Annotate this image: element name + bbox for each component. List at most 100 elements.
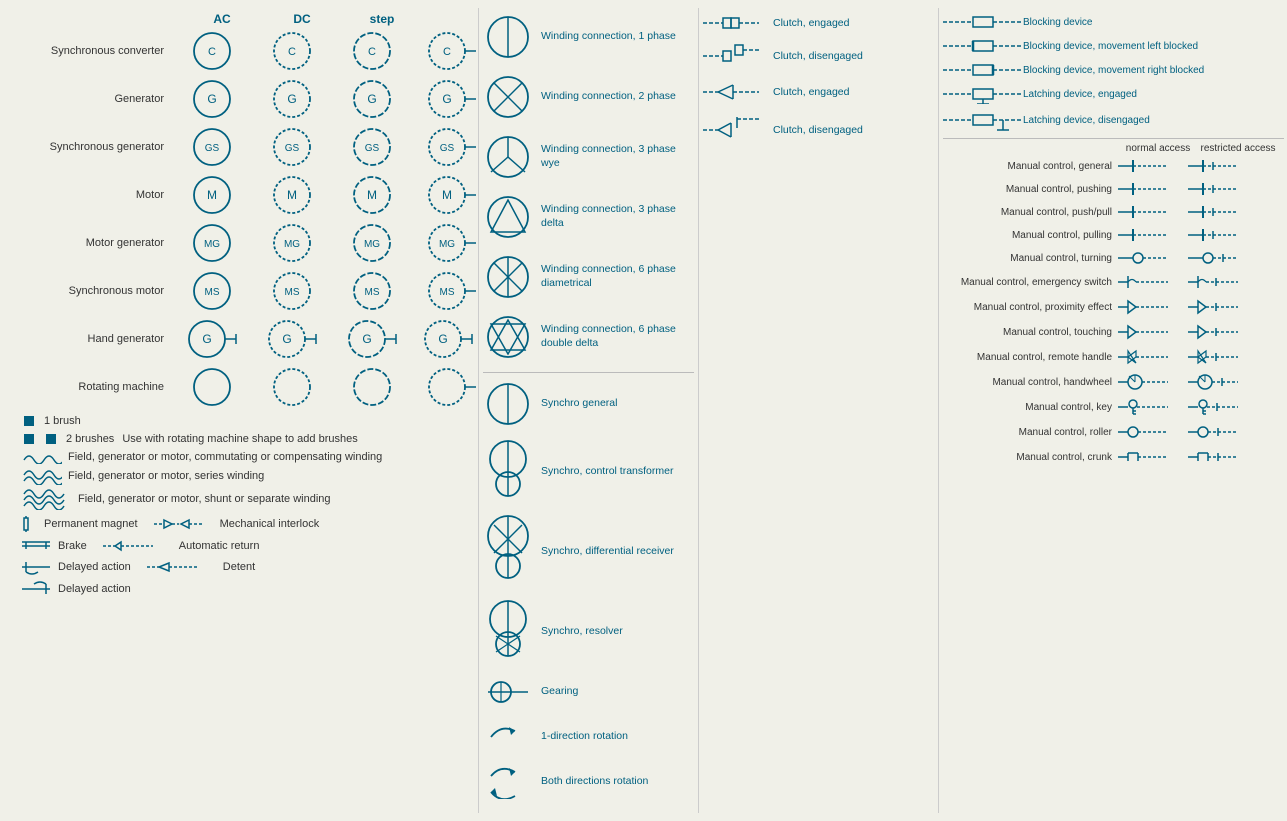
delayed2-icon (22, 580, 52, 598)
col-ac: AC (182, 12, 262, 26)
manual-turning-normal-icon (1118, 248, 1178, 268)
bottom-legend: 1 brush 2 brushes Use with rotating mach… (12, 414, 474, 598)
winding-6diam-label: Winding connection, 6 phase diametrical (541, 263, 694, 290)
clutch-disengaged-1-icon (703, 42, 773, 70)
svg-text:M: M (287, 188, 297, 202)
synchro-diff-rcvr-icon (483, 514, 533, 589)
svg-text:GS: GS (205, 143, 220, 154)
clutch-engaged-2: Clutch, engaged (703, 78, 934, 106)
winding-6ddelta-icon (483, 312, 533, 362)
machines-section: AC DC step Synchronous converter C C C C (8, 8, 478, 813)
handgen-step-sym: G (346, 318, 398, 360)
manual-crunk-restricted-icon (1188, 446, 1248, 468)
machine-symbol-dc: MG (252, 222, 332, 264)
rot-ac-sym (191, 366, 233, 408)
machine-label: Hand generator (12, 333, 172, 345)
svg-text:C: C (443, 46, 451, 58)
rotation-both-icon (483, 764, 533, 799)
manual-general-label: Manual control, general (943, 161, 1118, 172)
svg-text:G: G (438, 332, 447, 346)
machine-label: Synchronous converter (12, 45, 172, 57)
machine-symbol-ac: MS (172, 270, 252, 312)
svg-text:M: M (207, 188, 217, 202)
synchro-general-label: Synchro general (541, 397, 617, 411)
manual-crunk-label: Manual control, crunk (943, 452, 1118, 463)
svg-text:MS: MS (365, 287, 380, 298)
manual-pulling-normal-icon (1118, 225, 1178, 245)
gen-step-sym: G (351, 78, 393, 120)
svg-text:MG: MG (439, 239, 455, 250)
blocking-right-label: Blocking device, movement right blocked (1023, 65, 1204, 76)
perm-magnet-label: Permanent magnet (44, 518, 138, 530)
machine-label: Synchronous generator (12, 141, 172, 153)
synmot-ac-sym: MS (191, 270, 233, 312)
gearing: Gearing (483, 674, 694, 709)
machine-row-syn-gen: Synchronous generator GS GS GS GS (12, 126, 474, 168)
machine-symbol-ac: C (172, 30, 252, 72)
mech-interlock-icon (154, 516, 214, 532)
legend-row-2: Brake Automatic return (22, 538, 474, 554)
legend-row-1: Permanent magnet Mechanical interlock (22, 514, 474, 534)
gen-dc-sym: G (271, 78, 313, 120)
svg-text:G: G (442, 92, 451, 106)
synchro-diff-rcvr: Synchro, differential receiver (483, 514, 694, 589)
winding-2-label: Field, generator or motor, series windin… (68, 470, 264, 482)
gearing-label: Gearing (541, 685, 578, 699)
brush-1-icon (22, 414, 36, 428)
manual-pushpull-normal-icon (1118, 202, 1178, 222)
handgen-dc-sym: G (266, 318, 318, 360)
manual-roller: Manual control, roller (943, 421, 1284, 443)
divider-1 (483, 372, 694, 373)
svg-text:C: C (368, 46, 376, 58)
motgen-ac-sym: MG (191, 222, 233, 264)
machine-symbol-step: G (332, 78, 412, 120)
manual-touching-normal-icon (1118, 321, 1178, 343)
brush-1-label: 1 brush (44, 415, 81, 427)
manual-pushpull-label: Manual control, push/pull (943, 207, 1118, 218)
auto-return-icon (103, 538, 173, 554)
manual-key-label: Manual control, key (943, 402, 1118, 413)
machine-symbol-ac: G (172, 78, 252, 120)
manual-pushpull-restricted-icon (1188, 202, 1248, 222)
machine-symbol-step (332, 366, 412, 408)
svg-text:GS: GS (365, 143, 380, 154)
manual-general-restricted-icon (1188, 156, 1248, 176)
rot-step-sym (351, 366, 393, 408)
manual-pulling: Manual control, pulling (943, 225, 1284, 245)
manual-roller-label: Manual control, roller (943, 427, 1118, 438)
motgen-4-sym: MG (426, 222, 478, 264)
restricted-access-label: restricted access (1198, 143, 1278, 154)
machine-symbol-dc (252, 366, 332, 408)
latching-disengaged-icon (943, 108, 1023, 132)
blocking-right: Blocking device, movement right blocked (943, 60, 1284, 80)
clutch-disengaged-1: Clutch, disengaged (703, 42, 934, 70)
machine-label: Motor (12, 189, 172, 201)
manual-handwheel: Manual control, handwheel (943, 371, 1284, 393)
handgen-4-sym: G (422, 318, 482, 360)
auto-return-label: Automatic return (179, 540, 260, 552)
rotation-1dir-icon (483, 719, 533, 754)
svg-text:G: G (362, 332, 371, 346)
machine-row-motor: Motor M M M M (12, 174, 474, 216)
converter-4-sym: C (426, 30, 478, 72)
blocking-left: Blocking device, movement left blocked (943, 36, 1284, 56)
motor-4-sym: M (426, 174, 478, 216)
brake-icon (22, 539, 52, 553)
machine-symbol-ac: G (172, 318, 252, 360)
blocking-left-label: Blocking device, movement left blocked (1023, 41, 1198, 52)
clutch-section: Clutch, engaged Clutch, disengaged (698, 8, 938, 813)
svg-text:MG: MG (284, 239, 300, 250)
clutch-engaged-1-icon (703, 12, 773, 34)
winding-3-icon (22, 488, 72, 510)
manual-proximity-normal-icon (1118, 296, 1178, 318)
syngen-step-sym: GS (351, 126, 393, 168)
winding-conn-3delta: Winding connection, 3 phase delta (483, 192, 694, 242)
machine-symbol-ac: M (172, 174, 252, 216)
blocking-device-icon (943, 12, 1023, 32)
winding-6diam-icon (483, 252, 533, 302)
delayed1-item: Delayed action (22, 558, 131, 576)
clutch-engaged-1-label: Clutch, engaged (773, 17, 849, 29)
main-page: AC DC step Synchronous converter C C C C (0, 0, 1287, 821)
manual-emergency-label: Manual control, emergency switch (943, 277, 1118, 288)
manual-proximity: Manual control, proximity effect (943, 296, 1284, 318)
